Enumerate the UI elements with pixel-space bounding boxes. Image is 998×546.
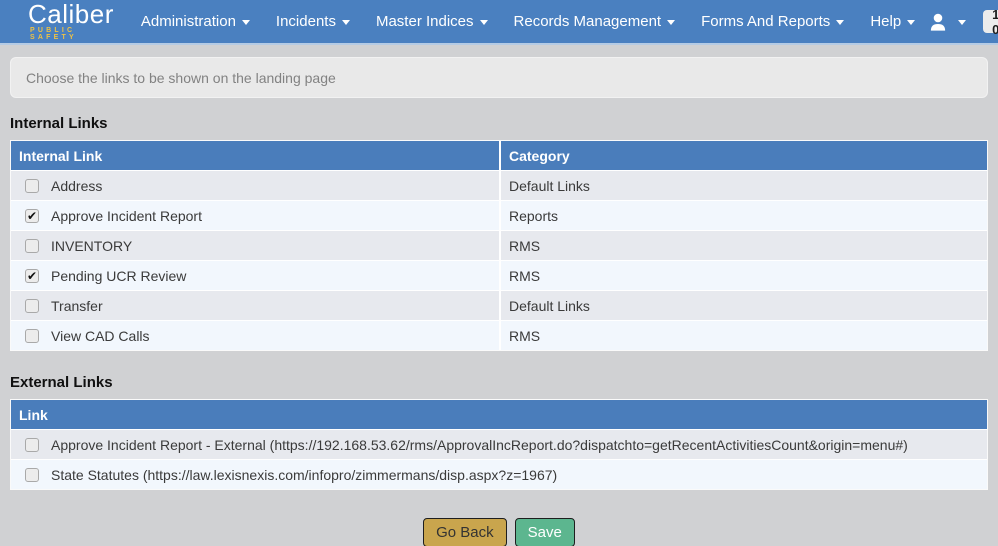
row-checkbox[interactable] [25, 329, 39, 343]
external-links-heading: External Links [10, 374, 988, 391]
column-header-link: Link [11, 400, 987, 429]
nav-item-help[interactable]: Help [870, 13, 915, 30]
row-checkbox[interactable] [25, 239, 39, 253]
external-links-table-header: Link [11, 400, 987, 429]
external-link-label: State Statutes (https://law.lexisnexis.c… [51, 467, 557, 483]
info-message-bar: Choose the links to be shown on the land… [10, 57, 988, 98]
chevron-down-icon [480, 20, 488, 25]
row-checkbox[interactable] [25, 468, 39, 482]
internal-link-label: View CAD Calls [51, 328, 150, 344]
caliber-logo[interactable]: Caliber PUBLIC SAFETY [28, 2, 114, 41]
internal-link-label: Transfer [51, 298, 103, 314]
save-button[interactable]: Save [515, 518, 575, 546]
person-icon [928, 12, 948, 32]
chevron-down-icon [242, 20, 250, 25]
internal-link-label: Address [51, 178, 102, 194]
external-links-table: Link Approve Incident Report - External … [10, 399, 988, 490]
row-checkbox[interactable] [25, 438, 39, 452]
chevron-down-icon [836, 20, 844, 25]
action-button-bar: Go Back Save [0, 518, 998, 546]
table-row: Approve Incident Report - External (http… [11, 429, 987, 459]
table-row: Address Default Links [11, 170, 987, 200]
chevron-down-icon [667, 20, 675, 25]
category-value: Default Links [501, 298, 987, 314]
internal-link-label: INVENTORY [51, 238, 132, 254]
row-checkbox[interactable]: ✔ [25, 269, 39, 283]
nav-item-administration[interactable]: Administration [141, 13, 250, 30]
column-header-category: Category [501, 148, 987, 164]
navbar-right-cluster: 113 / 0 ⚙ [928, 10, 998, 33]
category-value: RMS [501, 328, 987, 344]
table-row: View CAD Calls RMS [11, 320, 987, 350]
logo-title: Caliber [28, 2, 114, 26]
category-value: RMS [501, 268, 987, 284]
nav-item-master-indices[interactable]: Master Indices [376, 13, 488, 30]
nav-item-incidents[interactable]: Incidents [276, 13, 350, 30]
chevron-down-icon [342, 20, 350, 25]
category-value: RMS [501, 238, 987, 254]
external-link-label: Approve Incident Report - External (http… [51, 437, 908, 453]
nav-item-records-management[interactable]: Records Management [514, 13, 676, 30]
nav-item-label: Administration [141, 13, 236, 30]
nav-item-forms-and-reports[interactable]: Forms And Reports [701, 13, 844, 30]
nav-menu: Administration Incidents Master Indices … [128, 13, 928, 30]
category-value: Reports [501, 208, 987, 224]
nav-item-label: Records Management [514, 13, 662, 30]
nav-item-label: Forms And Reports [701, 13, 830, 30]
nav-item-label: Master Indices [376, 13, 474, 30]
internal-link-label: Pending UCR Review [51, 268, 186, 284]
table-row: Transfer Default Links [11, 290, 987, 320]
logo-subtitle: PUBLIC SAFETY [30, 27, 114, 41]
internal-links-table: Internal Link Category Address Default L… [10, 140, 988, 351]
internal-link-label: Approve Incident Report [51, 208, 202, 224]
table-row: ✔ Pending UCR Review RMS [11, 260, 987, 290]
user-menu[interactable] [928, 12, 966, 32]
column-header-internal-link: Internal Link [11, 141, 501, 170]
row-checkbox[interactable] [25, 299, 39, 313]
internal-links-table-header: Internal Link Category [11, 141, 987, 170]
table-row: State Statutes (https://law.lexisnexis.c… [11, 459, 987, 489]
internal-links-heading: Internal Links [10, 115, 988, 132]
info-message-text: Choose the links to be shown on the land… [26, 70, 336, 86]
internal-links-table-body: Address Default Links ✔ Approve Incident… [11, 170, 987, 350]
chevron-down-icon [958, 20, 966, 25]
row-checkbox[interactable]: ✔ [25, 209, 39, 223]
top-navbar: Caliber PUBLIC SAFETY Administration Inc… [0, 0, 998, 45]
table-row: INVENTORY RMS [11, 230, 987, 260]
external-links-table-body: Approve Incident Report - External (http… [11, 429, 987, 489]
row-checkbox[interactable] [25, 179, 39, 193]
category-value: Default Links [501, 178, 987, 194]
go-back-button[interactable]: Go Back [423, 518, 507, 546]
nav-item-label: Help [870, 13, 901, 30]
table-row: ✔ Approve Incident Report Reports [11, 200, 987, 230]
notification-counter-badge[interactable]: 113 / 0 [983, 10, 998, 33]
nav-item-label: Incidents [276, 13, 336, 30]
chevron-down-icon [907, 20, 915, 25]
